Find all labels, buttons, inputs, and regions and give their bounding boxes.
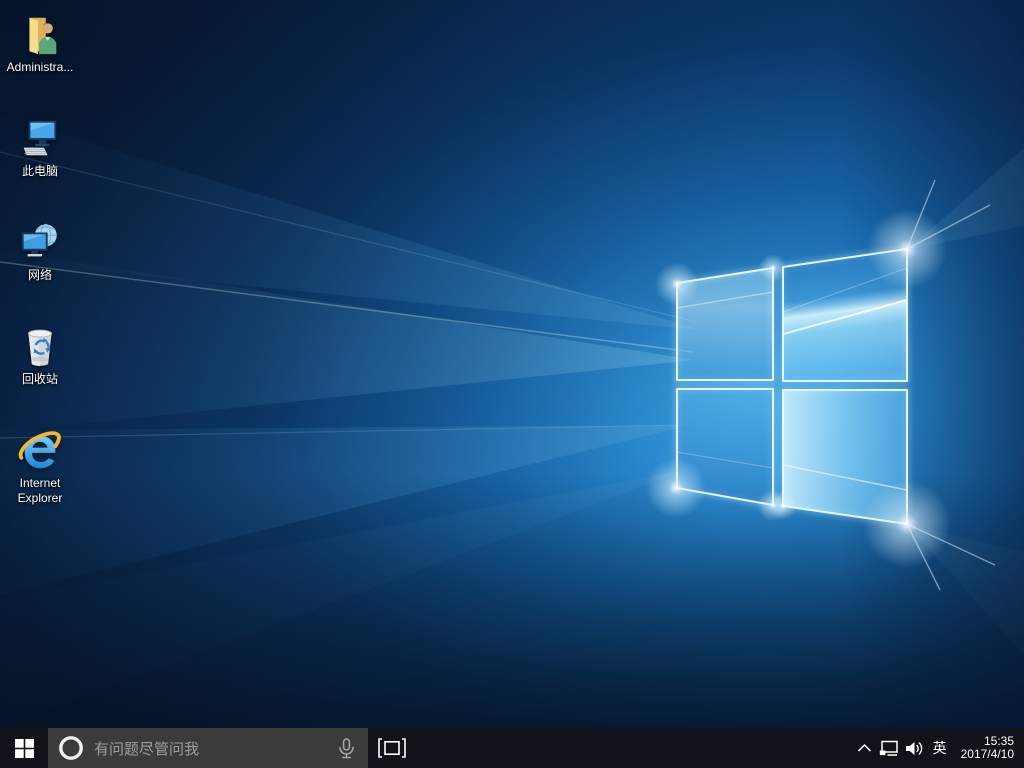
desktop-icon-recycle-bin[interactable]: 回收站 — [2, 324, 78, 428]
network-tray-button[interactable] — [877, 728, 902, 768]
chevron-up-icon — [857, 743, 872, 753]
search-placeholder: 有问题尽管问我 — [94, 738, 335, 759]
desktop: Administra... 此电脑 — [0, 0, 1024, 728]
task-view-icon — [378, 738, 406, 758]
user-folder-icon — [17, 12, 63, 58]
recycle-bin-icon — [17, 324, 63, 370]
clock-date: 2017/4/10 — [961, 748, 1014, 762]
desktop-icon-label: Administra... — [7, 60, 74, 75]
desktop-icon-internet-explorer[interactable]: Internet Explorer — [2, 428, 78, 532]
desktop-icon-column: Administra... 此电脑 — [2, 12, 78, 532]
windows-logo-icon — [15, 739, 34, 758]
taskbar-clock[interactable]: 15:35 2017/4/10 — [953, 735, 1024, 762]
network-globe-icon — [17, 220, 63, 266]
ime-indicator[interactable]: 英 — [927, 728, 953, 768]
desktop-icon-label: 此电脑 — [22, 164, 58, 179]
wallpaper-image — [0, 0, 1024, 728]
desktop-icon-label: Internet Explorer — [3, 476, 77, 506]
task-view-button[interactable] — [368, 728, 416, 768]
desktop-icon-this-pc[interactable]: 此电脑 — [2, 116, 78, 220]
taskbar-search-box[interactable]: 有问题尽管问我 — [48, 728, 368, 768]
taskbar: 有问题尽管问我 — [0, 728, 1024, 768]
show-hidden-icons-button[interactable] — [852, 728, 877, 768]
desktop-icon-network[interactable]: 网络 — [2, 220, 78, 324]
speaker-icon — [904, 739, 924, 758]
internet-explorer-icon — [17, 428, 63, 474]
volume-tray-button[interactable] — [902, 728, 927, 768]
system-tray: 英 15:35 2017/4/10 — [852, 728, 1024, 768]
ime-language-label: 英 — [933, 738, 947, 758]
desktop-icon-label: 网络 — [28, 268, 52, 283]
cortana-ring-icon — [58, 735, 84, 761]
desktop-icon-label: 回收站 — [22, 372, 58, 387]
clock-time: 15:35 — [961, 735, 1014, 749]
taskbar-empty-area — [416, 728, 852, 768]
start-button[interactable] — [0, 728, 48, 768]
microphone-icon[interactable] — [335, 737, 358, 760]
wired-network-icon — [879, 739, 899, 758]
computer-icon — [17, 116, 63, 162]
desktop-icon-administrator[interactable]: Administra... — [2, 12, 78, 116]
